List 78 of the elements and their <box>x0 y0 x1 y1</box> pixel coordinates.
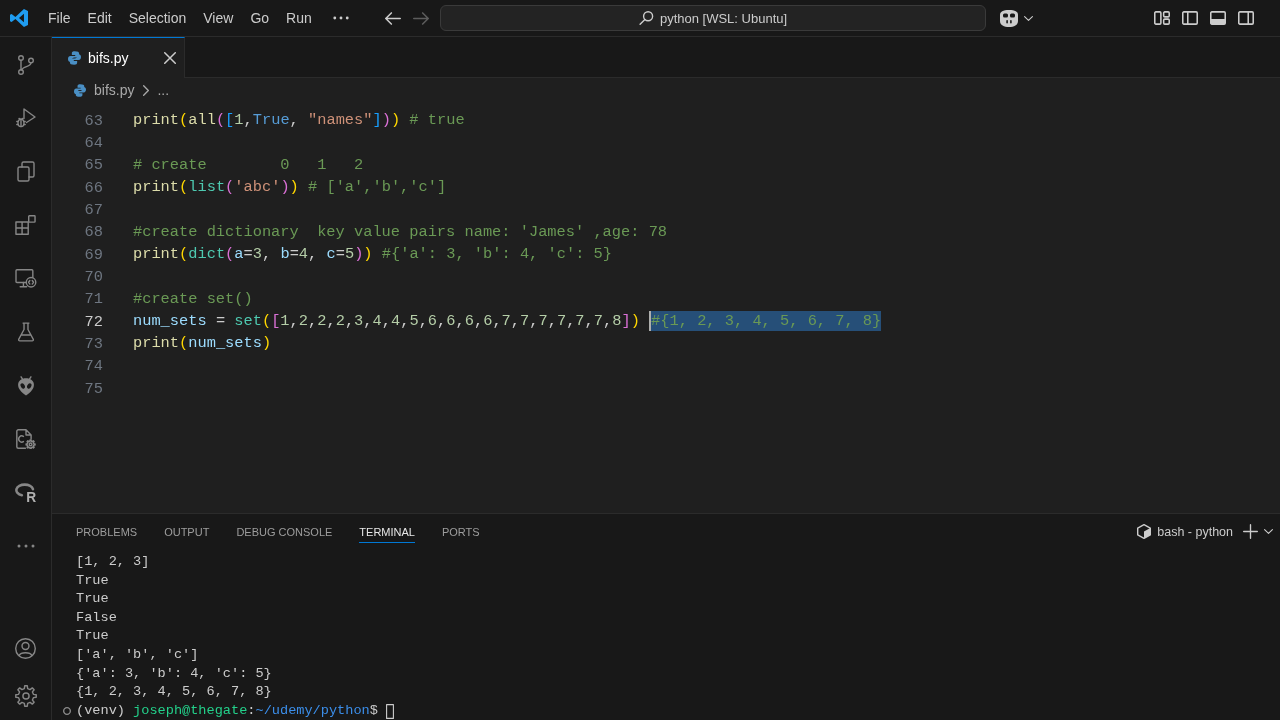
file-gear-icon[interactable] <box>15 429 36 450</box>
panel-tab[interactable]: PORTS <box>441 520 480 543</box>
menu-item[interactable]: File <box>48 10 71 26</box>
code-line: print(list('abc')) # ['a','b','c'] <box>133 177 447 198</box>
code-line: print(num_sets) <box>133 333 272 354</box>
terminal-cursor-icon <box>386 703 395 719</box>
terminal-line: [1, 2, 3] <box>76 553 151 571</box>
left-sidebar-icon[interactable] <box>1182 11 1198 25</box>
selected-text: #{1, 2, 3, 4, 5, 6, 7, 8} <box>651 311 882 332</box>
code-line: #create dictionary key value pairs name: 'James' ,age: 78 <box>133 221 668 242</box>
line-number: 68 <box>84 223 103 242</box>
line-number: 73 <box>84 334 103 353</box>
more-icon[interactable] <box>16 544 35 549</box>
menu-item[interactable]: Go <box>250 10 270 26</box>
command-center[interactable]: python [WSL: Ubuntu] <box>440 5 986 31</box>
menu-item[interactable]: View <box>203 10 234 26</box>
panel-tab[interactable]: PROBLEMS <box>76 520 138 543</box>
text-cursor-icon <box>649 311 652 332</box>
panel-tab[interactable]: OUTPUT <box>164 520 210 543</box>
line-number: 75 <box>84 379 103 398</box>
line-number: 66 <box>84 178 103 197</box>
terminal-line: True <box>76 627 110 646</box>
play-bug-icon[interactable] <box>15 108 36 129</box>
arrow-left-icon[interactable] <box>384 11 401 25</box>
files-icon[interactable] <box>16 161 35 183</box>
search-icon <box>638 11 654 25</box>
line-number: 74 <box>84 357 103 376</box>
right-sidebar-icon[interactable] <box>1238 11 1254 25</box>
editor-tab[interactable]: bifs.py <box>52 37 185 78</box>
panel-tab[interactable]: DEBUG CONSOLE <box>236 520 333 543</box>
robot-icon[interactable] <box>1000 9 1018 27</box>
app-logo-icon <box>10 9 28 27</box>
file-type-icon <box>74 83 86 97</box>
file-type-icon <box>68 51 81 65</box>
breadcrumb-item[interactable]: ... <box>157 82 170 98</box>
line-number: 64 <box>84 134 103 152</box>
layout-grid-icon[interactable] <box>1154 11 1170 25</box>
line-number: 70 <box>84 267 103 286</box>
menu-item[interactable]: Edit <box>87 10 112 26</box>
code-line: num_sets = set([1,2,2,2,3,4,4,5,6,6,6,6,7,7,7,7,7,7,8]) <box>133 311 641 332</box>
account-icon[interactable] <box>15 637 36 659</box>
terminal-line: {'a': 3, 'b': 4, 'c': 5} <box>76 664 273 683</box>
terminal-line: True <box>76 590 110 609</box>
line-number: 71 <box>84 290 103 309</box>
blocks-icon[interactable] <box>15 215 36 236</box>
code-line: # create 0 1 2 <box>133 154 364 175</box>
chevron-down-icon[interactable] <box>1264 529 1273 534</box>
terminal-selector[interactable]: bash - python <box>1137 524 1233 539</box>
code-line: #create set() <box>133 288 253 309</box>
code-line: print(dict(a=3, b=4, c=5)) #{'a': 3, 'b': 4, 'c': 5} <box>133 244 612 265</box>
terminal-line: {1, 2, 3, 4, 5, 6, 7, 8} <box>76 683 273 702</box>
line-number: 69 <box>84 245 103 264</box>
plus-icon[interactable] <box>1243 524 1258 539</box>
settings-icon[interactable] <box>14 685 37 707</box>
flask-icon[interactable] <box>17 322 34 343</box>
monitor-icon[interactable] <box>14 269 37 289</box>
line-number: 72 <box>84 312 103 331</box>
alien-icon[interactable] <box>17 375 34 397</box>
terminal-line: ['a', 'b', 'c'] <box>76 645 200 664</box>
terminal-line: True <box>76 571 110 590</box>
terminal-line: False <box>76 608 118 627</box>
breadcrumb-item[interactable]: bifs.py <box>94 82 135 98</box>
line-number: 67 <box>84 200 103 219</box>
code-line: print(all([1,True, "names"])) # true <box>133 110 465 131</box>
panel-tab[interactable]: TERMINAL <box>359 520 415 543</box>
terminal-prompt: (venv) joseph@thegate:~/udemy/python$ <box>76 701 379 720</box>
close-icon[interactable] <box>164 52 176 64</box>
line-number: 63 <box>84 111 103 130</box>
chevron-down-icon[interactable] <box>1024 15 1033 21</box>
menu-item[interactable]: Run <box>286 10 312 26</box>
circle-icon <box>63 707 71 716</box>
more-icon[interactable] <box>332 16 349 20</box>
bottom-panel-icon[interactable] <box>1210 11 1226 25</box>
line-number: 65 <box>84 156 103 175</box>
chevron-right-icon <box>143 84 150 96</box>
branch-icon[interactable] <box>17 54 34 75</box>
box-icon <box>1137 524 1152 539</box>
menu-item[interactable]: Selection <box>128 10 187 26</box>
